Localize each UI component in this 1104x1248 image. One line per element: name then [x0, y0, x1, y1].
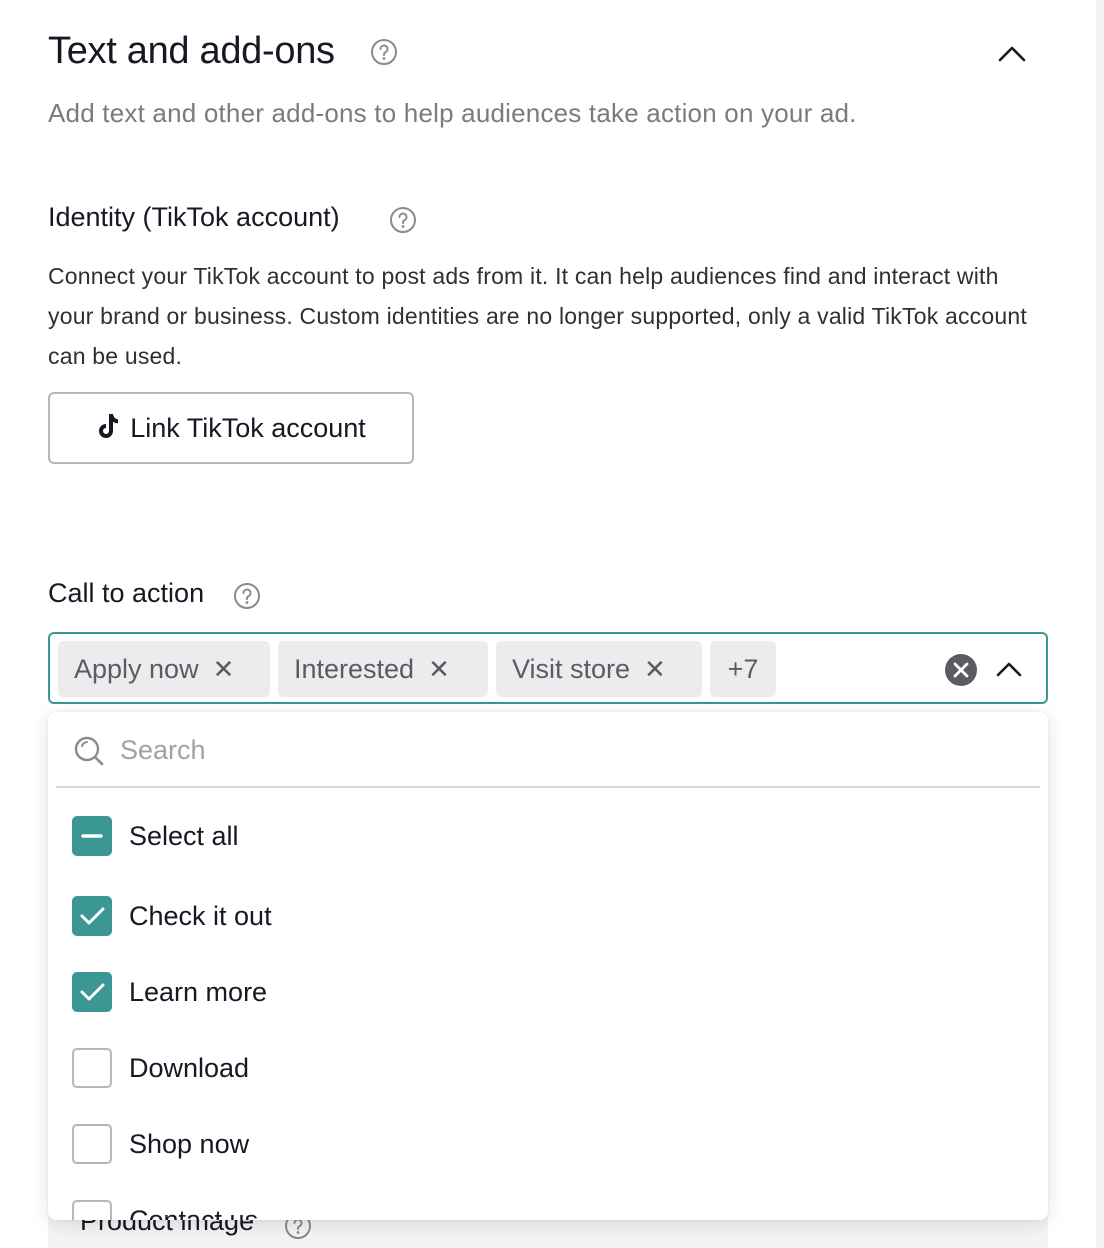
scrollbar-track[interactable] — [1096, 0, 1104, 1248]
section-header: Text and add-ons — [48, 28, 1048, 78]
option-label: Check it out — [129, 900, 272, 931]
tag-label: Interested — [294, 653, 415, 684]
tag-visit-store: Visit store ✕ — [496, 641, 702, 697]
tiktok-logo-icon — [96, 412, 120, 445]
identity-description: Connect your TikTok account to post ads … — [48, 263, 1027, 369]
search-input[interactable] — [120, 728, 1000, 772]
remove-tag-close-icon[interactable]: ✕ — [428, 656, 450, 682]
clear-all-icon[interactable] — [944, 653, 978, 692]
option-download[interactable]: Download — [72, 1047, 249, 1089]
more-tags-count[interactable]: +7 — [710, 641, 776, 697]
unchecked-checkbox-icon[interactable] — [72, 1124, 112, 1164]
option-label: Shop now — [129, 1128, 250, 1159]
help-icon[interactable] — [370, 38, 398, 71]
option-label: Contact us — [129, 1204, 259, 1221]
tag-apply-now: Apply now ✕ — [58, 641, 270, 697]
checked-checkbox-icon[interactable] — [72, 972, 112, 1012]
search-icon — [74, 736, 104, 771]
option-contact-us[interactable]: Contact us — [72, 1199, 258, 1220]
unchecked-checkbox-icon[interactable] — [72, 1048, 112, 1088]
tag-label: Visit store — [512, 653, 631, 684]
call-to-action-dropdown: Select all Check it out Learn more Downl… — [48, 712, 1048, 1220]
help-icon[interactable] — [389, 206, 417, 239]
chevron-up-icon[interactable] — [994, 654, 1024, 689]
identity-label: Identity (TikTok account) — [48, 202, 340, 232]
link-tiktok-account-label: Link TikTok account — [130, 412, 366, 443]
call-to-action-label: Call to action — [48, 578, 205, 608]
collapse-chevron-up-icon[interactable] — [996, 38, 1028, 70]
option-label: Learn more — [129, 976, 268, 1007]
remove-tag-close-icon[interactable]: ✕ — [213, 656, 235, 682]
option-shop-now[interactable]: Shop now — [72, 1123, 249, 1165]
tag-interested: Interested ✕ — [278, 641, 488, 697]
checked-checkbox-icon[interactable] — [72, 896, 112, 936]
unchecked-checkbox-icon[interactable] — [72, 1200, 112, 1220]
help-icon[interactable] — [233, 582, 261, 615]
link-tiktok-account-button[interactable]: Link TikTok account — [48, 392, 414, 464]
dropdown-search — [56, 712, 1040, 788]
option-check-it-out[interactable]: Check it out — [72, 895, 272, 937]
option-select-all[interactable]: Select all — [72, 815, 239, 857]
option-learn-more[interactable]: Learn more — [72, 971, 267, 1013]
more-count-label: +7 — [727, 653, 759, 684]
call-to-action-select[interactable]: Apply now ✕ Interested ✕ Visit store ✕ +… — [48, 632, 1048, 704]
section-title: Text and add-ons — [48, 30, 335, 72]
option-label: Select all — [129, 820, 239, 851]
remove-tag-close-icon[interactable]: ✕ — [644, 656, 666, 682]
indeterminate-checkbox-icon[interactable] — [72, 816, 112, 856]
option-label: Download — [129, 1052, 250, 1083]
section-description: Add text and other add-ons to help audie… — [48, 98, 857, 128]
tag-label: Apply now — [74, 653, 199, 684]
